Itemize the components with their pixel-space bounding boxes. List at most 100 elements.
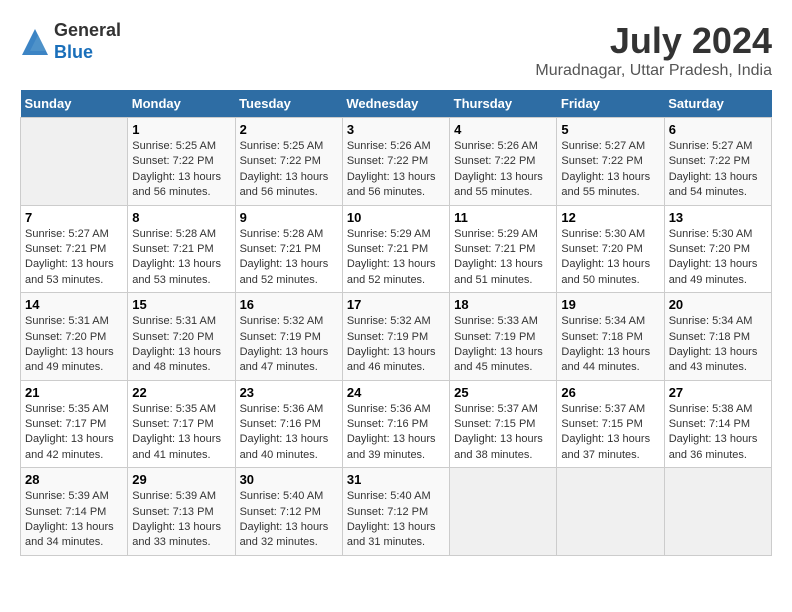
day-number: 2 [240, 122, 338, 137]
calendar-week-4: 21 Sunrise: 5:35 AMSunset: 7:17 PMDayligh… [21, 380, 772, 468]
day-info: Sunrise: 5:37 AMSunset: 7:15 PMDaylight:… [454, 402, 552, 464]
day-info: Sunrise: 5:34 AMSunset: 7:18 PMDaylight:… [669, 314, 767, 376]
day-number: 18 [454, 297, 552, 312]
calendar-cell: 25 Sunrise: 5:37 AMSunset: 7:15 PMDayligh… [450, 380, 557, 468]
day-info: Sunrise: 5:31 AMSunset: 7:20 PMDaylight:… [132, 314, 230, 376]
day-number: 19 [561, 297, 659, 312]
weekday-friday: Friday [557, 90, 664, 118]
day-number: 14 [25, 297, 123, 312]
calendar-week-5: 28 Sunrise: 5:39 AMSunset: 7:14 PMDayligh… [21, 468, 772, 556]
day-info: Sunrise: 5:30 AMSunset: 7:20 PMDaylight:… [561, 227, 659, 289]
day-info: Sunrise: 5:33 AMSunset: 7:19 PMDaylight:… [454, 314, 552, 376]
calendar-table: SundayMondayTuesdayWednesdayThursdayFrid… [20, 90, 772, 556]
day-info: Sunrise: 5:28 AMSunset: 7:21 PMDaylight:… [240, 227, 338, 289]
day-info: Sunrise: 5:25 AMSunset: 7:22 PMDaylight:… [240, 139, 338, 201]
calendar-week-1: 1 Sunrise: 5:25 AMSunset: 7:22 PMDaylight… [21, 118, 772, 206]
calendar-cell: 22Sunrise: 5:35 AMSunset: 7:17 PMDayligh… [128, 380, 235, 468]
day-number: 5 [561, 122, 659, 137]
calendar-cell: 4 Sunrise: 5:26 AMSunset: 7:22 PMDaylight… [450, 118, 557, 206]
day-info: Sunrise: 5:26 AMSunset: 7:22 PMDaylight:… [347, 139, 445, 201]
day-info: Sunrise: 5:39 AMSunset: 7:13 PMDaylight:… [132, 489, 230, 551]
day-info: Sunrise: 5:26 AMSunset: 7:22 PMDaylight:… [454, 139, 552, 201]
day-number: 20 [669, 297, 767, 312]
day-number: 7 [25, 210, 123, 225]
weekday-wednesday: Wednesday [342, 90, 449, 118]
calendar-cell: 12 Sunrise: 5:30 AMSunset: 7:20 PMDayligh… [557, 205, 664, 293]
day-info: Sunrise: 5:39 AMSunset: 7:14 PMDaylight:… [25, 489, 123, 551]
calendar-cell: 1 Sunrise: 5:25 AMSunset: 7:22 PMDaylight… [128, 118, 235, 206]
logo-text: General Blue [54, 20, 121, 63]
calendar-body: 1 Sunrise: 5:25 AMSunset: 7:22 PMDaylight… [21, 118, 772, 556]
day-number: 27 [669, 385, 767, 400]
calendar-cell: 18 Sunrise: 5:33 AMSunset: 7:19 PMDayligh… [450, 293, 557, 381]
day-number: 16 [240, 297, 338, 312]
day-number: 17 [347, 297, 445, 312]
day-number: 6 [669, 122, 767, 137]
day-info: Sunrise: 5:32 AMSunset: 7:19 PMDaylight:… [347, 314, 445, 376]
calendar-cell: 17 Sunrise: 5:32 AMSunset: 7:19 PMDayligh… [342, 293, 449, 381]
calendar-week-2: 7 Sunrise: 5:27 AMSunset: 7:21 PMDaylight… [21, 205, 772, 293]
day-number: 15 [132, 297, 230, 312]
calendar-cell: 8Sunrise: 5:28 AMSunset: 7:21 PMDaylight… [128, 205, 235, 293]
calendar-cell [450, 468, 557, 556]
day-number: 10 [347, 210, 445, 225]
day-number: 28 [25, 472, 123, 487]
calendar-header: SundayMondayTuesdayWednesdayThursdayFrid… [21, 90, 772, 118]
calendar-cell [21, 118, 128, 206]
day-info: Sunrise: 5:29 AMSunset: 7:21 PMDaylight:… [347, 227, 445, 289]
location: Muradnagar, Uttar Pradesh, India [535, 62, 772, 80]
calendar-cell: 5Sunrise: 5:27 AMSunset: 7:22 PMDaylight… [557, 118, 664, 206]
day-info: Sunrise: 5:37 AMSunset: 7:15 PMDaylight:… [561, 402, 659, 464]
day-info: Sunrise: 5:36 AMSunset: 7:16 PMDaylight:… [240, 402, 338, 464]
calendar-cell: 7 Sunrise: 5:27 AMSunset: 7:21 PMDaylight… [21, 205, 128, 293]
weekday-sunday: Sunday [21, 90, 128, 118]
calendar-cell: 2 Sunrise: 5:25 AMSunset: 7:22 PMDaylight… [235, 118, 342, 206]
day-info: Sunrise: 5:35 AMSunset: 7:17 PMDaylight:… [25, 402, 123, 464]
calendar-cell: 15 Sunrise: 5:31 AMSunset: 7:20 PMDayligh… [128, 293, 235, 381]
logo-blue: Blue [54, 42, 121, 64]
day-info: Sunrise: 5:30 AMSunset: 7:20 PMDaylight:… [669, 227, 767, 289]
day-info: Sunrise: 5:27 AMSunset: 7:22 PMDaylight:… [669, 139, 767, 201]
day-number: 13 [669, 210, 767, 225]
day-info: Sunrise: 5:36 AMSunset: 7:16 PMDaylight:… [347, 402, 445, 464]
day-number: 23 [240, 385, 338, 400]
day-number: 3 [347, 122, 445, 137]
day-number: 31 [347, 472, 445, 487]
day-number: 30 [240, 472, 338, 487]
day-info: Sunrise: 5:25 AMSunset: 7:22 PMDaylight:… [132, 139, 230, 201]
day-number: 4 [454, 122, 552, 137]
calendar-cell: 9 Sunrise: 5:28 AMSunset: 7:21 PMDaylight… [235, 205, 342, 293]
calendar-cell: 14Sunrise: 5:31 AMSunset: 7:20 PMDayligh… [21, 293, 128, 381]
day-info: Sunrise: 5:27 AMSunset: 7:21 PMDaylight:… [25, 227, 123, 289]
weekday-thursday: Thursday [450, 90, 557, 118]
calendar-cell: 28 Sunrise: 5:39 AMSunset: 7:14 PMDayligh… [21, 468, 128, 556]
day-info: Sunrise: 5:40 AMSunset: 7:12 PMDaylight:… [347, 489, 445, 551]
calendar-cell: 26Sunrise: 5:37 AMSunset: 7:15 PMDayligh… [557, 380, 664, 468]
calendar-cell: 27Sunrise: 5:38 AMSunset: 7:14 PMDayligh… [664, 380, 771, 468]
day-number: 1 [132, 122, 230, 137]
month-title: July 2024 [535, 20, 772, 62]
day-number: 8 [132, 210, 230, 225]
day-info: Sunrise: 5:32 AMSunset: 7:19 PMDaylight:… [240, 314, 338, 376]
calendar-week-3: 14 Sunrise: 5:31 AMSunset: 7:20 PMDayligh… [21, 293, 772, 381]
day-number: 12 [561, 210, 659, 225]
weekday-tuesday: Tuesday [235, 90, 342, 118]
day-number: 29 [132, 472, 230, 487]
calendar-cell: 13 Sunrise: 5:30 AMSunset: 7:20 PMDayligh… [664, 205, 771, 293]
day-number: 25 [454, 385, 552, 400]
day-number: 9 [240, 210, 338, 225]
calendar-cell: 3 Sunrise: 5:26 AMSunset: 7:22 PMDaylight… [342, 118, 449, 206]
calendar-cell: 23 Sunrise: 5:36 AMSunset: 7:16 PMDayligh… [235, 380, 342, 468]
weekday-monday: Monday [128, 90, 235, 118]
weekday-header-row: SundayMondayTuesdayWednesdayThursdayFrid… [21, 90, 772, 118]
calendar-cell: 29 Sunrise: 5:39 AMSunset: 7:13 PMDayligh… [128, 468, 235, 556]
day-number: 21 [25, 385, 123, 400]
calendar-cell [557, 468, 664, 556]
day-info: Sunrise: 5:35 AMSunset: 7:17 PMDaylight:… [132, 402, 230, 464]
calendar-cell: 20 Sunrise: 5:34 AMSunset: 7:18 PMDayligh… [664, 293, 771, 381]
calendar-cell: 21 Sunrise: 5:35 AMSunset: 7:17 PMDayligh… [21, 380, 128, 468]
calendar-cell: 10 Sunrise: 5:29 AMSunset: 7:21 PMDayligh… [342, 205, 449, 293]
calendar-cell: 30Sunrise: 5:40 AMSunset: 7:12 PMDayligh… [235, 468, 342, 556]
logo-general: General [54, 20, 121, 42]
calendar-cell: 31 Sunrise: 5:40 AMSunset: 7:12 PMDayligh… [342, 468, 449, 556]
